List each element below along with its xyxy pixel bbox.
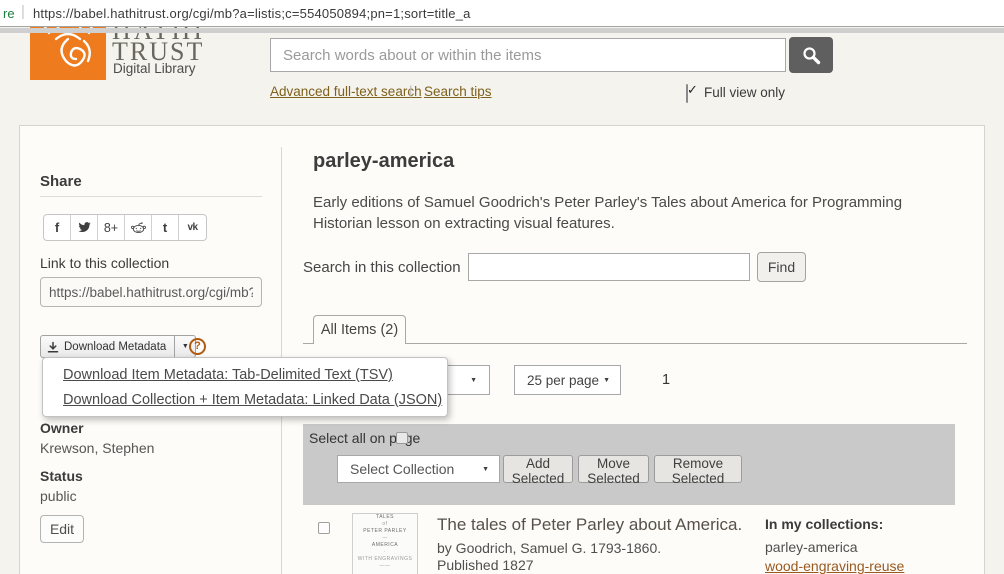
collection-title: parley-america	[313, 150, 454, 173]
status-value: public	[40, 488, 77, 504]
item-author: by Goodrich, Samuel G. 1793-1860.	[437, 540, 661, 556]
menu-item-download-json[interactable]: Download Collection + Item Metadata: Lin…	[63, 392, 442, 408]
reddit-share-button[interactable]	[125, 215, 152, 240]
twitter-icon	[78, 222, 91, 233]
select-all-checkbox[interactable]	[396, 432, 408, 444]
search-tips-link[interactable]: Search tips	[424, 84, 492, 99]
screen: HATHI TRUST Digital Library Advanced ful…	[0, 0, 1004, 574]
select-collection-value: Select Collection	[350, 461, 454, 477]
magnifier-icon	[802, 46, 821, 65]
vk-icon: vk	[187, 222, 197, 233]
caret-down-icon: ▼	[482, 466, 489, 473]
download-metadata-split-button: Download Metadata ▼	[40, 335, 196, 358]
add-selected-button[interactable]: Add Selected	[503, 455, 573, 483]
search-button[interactable]	[789, 37, 833, 73]
google-plus-icon: 8+	[104, 221, 118, 235]
full-view-label: Full view only	[704, 85, 785, 100]
item-thumbnail[interactable]: TALES of PETER PARLEY — AMERICA · WITH E…	[352, 513, 418, 574]
owner-label: Owner	[40, 420, 84, 436]
address-bar-divider: |	[21, 3, 25, 20]
caret-down-icon: ▼	[470, 377, 477, 384]
collection-description: Early editions of Samuel Goodrich's Pete…	[313, 192, 933, 234]
download-metadata-label: Download Metadata	[64, 341, 166, 353]
full-view-checkbox[interactable]: ✓	[686, 84, 688, 103]
collection-search-label: Search in this collection	[303, 259, 461, 276]
tumblr-icon: t	[163, 220, 167, 235]
download-metadata-button[interactable]: Download Metadata	[40, 335, 175, 358]
share-rule	[40, 196, 262, 197]
header-links-divider: |	[409, 83, 412, 98]
item-published: Published 1827	[437, 557, 534, 573]
check-icon: ✓	[687, 82, 698, 98]
tumblr-share-button[interactable]: t	[152, 215, 179, 240]
download-metadata-menu: Download Item Metadata: Tab-Delimited Te…	[42, 357, 448, 417]
browser-secure-label: re	[3, 6, 15, 21]
in-my-collections-label: In my collections:	[765, 516, 883, 532]
catalog-search-input[interactable]	[270, 38, 786, 72]
collection-tag-link[interactable]: wood-engraving-reuse	[765, 558, 904, 574]
item-title-link[interactable]: The tales of Peter Parley about America.	[437, 515, 742, 535]
browser-url[interactable]: https://babel.hathitrust.org/cgi/mb?a=li…	[33, 6, 471, 21]
facebook-icon: f	[55, 220, 59, 235]
social-share-group: f 8+ t vk	[43, 214, 207, 241]
move-selected-button[interactable]: Move Selected	[578, 455, 649, 483]
item-checkbox[interactable]	[318, 522, 330, 534]
browser-address-bar[interactable]: re | https://babel.hathitrust.org/cgi/mb…	[0, 0, 1004, 27]
help-icon[interactable]: ?	[189, 338, 206, 355]
browser-toolbar-strip	[0, 28, 1004, 33]
link-to-collection-label: Link to this collection	[40, 255, 169, 271]
caret-down-icon: ▼	[182, 343, 189, 350]
remove-selected-button[interactable]: Remove Selected	[654, 455, 742, 483]
page-number: 1	[662, 372, 670, 388]
menu-item-download-tsv[interactable]: Download Item Metadata: Tab-Delimited Te…	[63, 367, 393, 383]
owner-value: Krewson, Stephen	[40, 440, 154, 456]
collection-link-input[interactable]	[40, 277, 262, 307]
collection-tag-parley-america: parley-america	[765, 539, 858, 555]
per-page-select[interactable]: 25 per page ▼	[514, 365, 621, 395]
twitter-share-button[interactable]	[71, 215, 98, 240]
tab-all-items[interactable]: All Items (2)	[313, 315, 406, 344]
share-heading: Share	[40, 173, 82, 190]
status-label: Status	[40, 468, 83, 484]
download-icon	[47, 341, 59, 353]
logo-tagline: Digital Library	[113, 61, 196, 76]
select-collection-dropdown[interactable]: Select Collection ▼	[337, 455, 500, 483]
google-plus-share-button[interactable]: 8+	[98, 215, 125, 240]
reddit-icon	[131, 222, 146, 234]
find-button[interactable]: Find	[757, 252, 806, 282]
per-page-value: 25 per page	[527, 373, 599, 388]
collection-search-input[interactable]	[468, 253, 750, 281]
facebook-share-button[interactable]: f	[44, 215, 71, 240]
edit-button[interactable]: Edit	[40, 515, 84, 543]
advanced-search-link[interactable]: Advanced full-text search	[270, 84, 422, 99]
caret-down-icon: ▼	[603, 377, 610, 384]
vk-share-button[interactable]: vk	[179, 215, 206, 240]
